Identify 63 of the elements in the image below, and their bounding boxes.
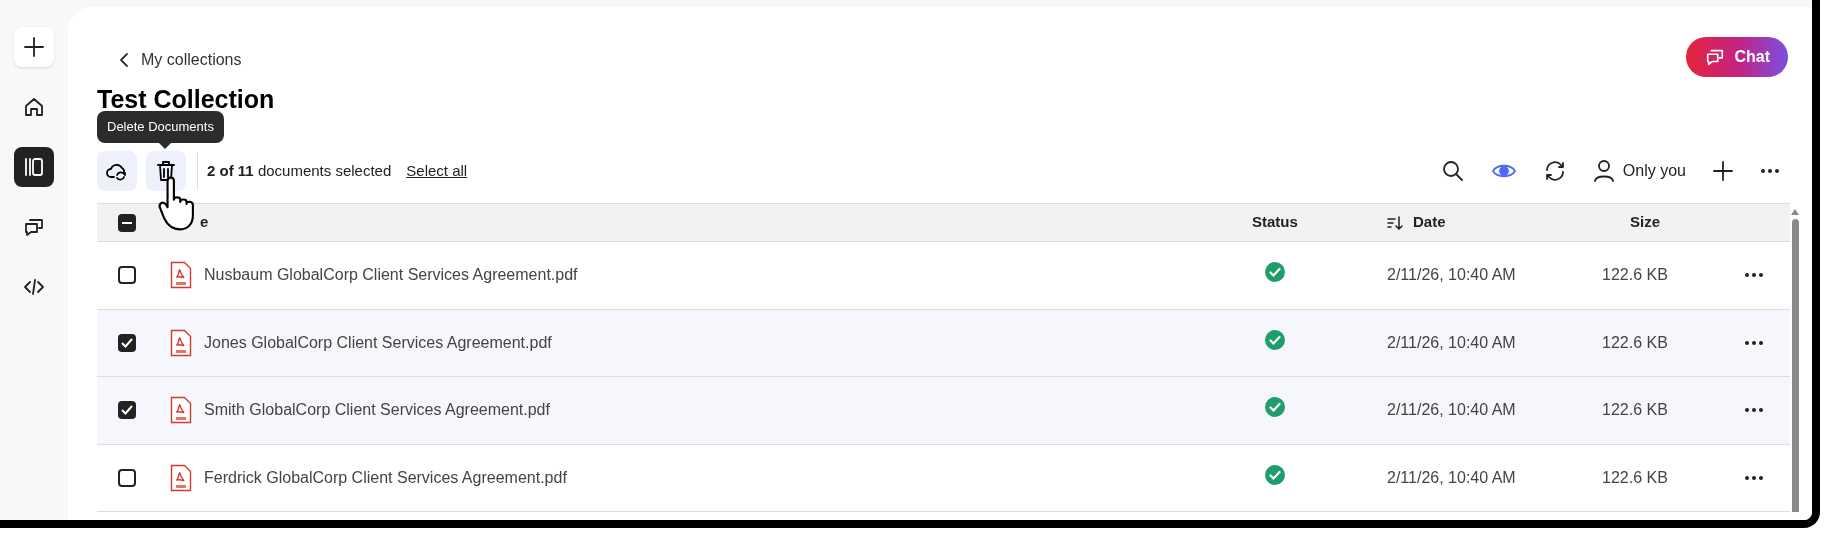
selection-summary: 2 of 11 documents selected [207,160,392,181]
sync-cloud-button[interactable] [97,151,137,191]
library-icon [23,156,45,178]
toolbar-button[interactable] [1440,159,1465,183]
person-icon [1592,159,1615,183]
toolbar-button[interactable] [1760,168,1780,174]
row-more-button[interactable] [1744,339,1764,346]
pdf-file-icon [170,396,192,425]
table-row[interactable]: Smith GlobalCorp Client Services Agreement.pdf 2/11/26, 10:40 AM 122.6 KB [97,377,1790,445]
file-name[interactable]: Nusbaum GlobalCorp Client Services Agreement.pdf [204,263,1195,288]
pdf-file-icon [170,463,192,492]
toolbar-button[interactable] [1712,160,1734,182]
row-more-button[interactable] [1744,407,1764,414]
pdf-file-icon [170,261,192,290]
more-icon [1760,168,1780,174]
code-icon [23,276,45,298]
scroll-up-icon [1791,209,1799,215]
plus-icon [1712,160,1734,182]
column-header: Size [1630,212,1660,233]
more-icon [1744,272,1764,279]
row-checkbox[interactable] [118,333,136,352]
size-cell-text: 122.6 KB [1602,467,1669,488]
select-all-link[interactable]: Select all [406,159,468,183]
select-all-checkbox[interactable] [118,213,136,232]
date-cell-text: 2/11/26, 10:40 AM [1387,265,1517,286]
date-cell-text: 2/11/26, 10:40 AM [1387,332,1517,353]
sidebar-item[interactable] [14,27,54,67]
column-header: Status [1252,212,1299,233]
trash-icon [156,160,176,182]
file-name[interactable]: Jones GlobalCorp Client Services Agreement.pdf [204,330,1195,355]
row-checkbox[interactable] [118,401,136,420]
home-icon [23,96,45,118]
row-more-button[interactable] [1744,272,1764,279]
column-header: e [200,212,210,233]
row-checkbox[interactable] [118,266,136,285]
pdf-file-icon [170,328,192,357]
delete-button[interactable] [146,151,186,191]
file-name[interactable]: Ferdrick GlobalCorp Client Services Agreement.pdf [204,465,1195,490]
search-icon [1440,159,1465,183]
more-icon [1744,474,1764,481]
chat-icon [23,216,45,238]
row-checkbox[interactable] [118,468,136,487]
row-more-button[interactable] [1744,474,1764,481]
size-cell-text: 122.6 KB [1602,332,1669,353]
column-header[interactable]: Date [1387,211,1630,234]
checkmark-icon [121,405,133,416]
chat-button[interactable]: Chat [1686,37,1788,77]
checkmark-icon [121,337,133,348]
plus-icon [23,36,45,58]
share-button[interactable]: Only you [1592,159,1686,183]
date-cell-text: 2/11/26, 10:40 AM [1387,467,1517,488]
tooltip: Delete Documents [97,111,224,149]
more-icon [1744,339,1764,346]
sort-icon [1387,215,1403,230]
hand-cursor-icon [157,176,195,232]
date-cell-text: 2/11/26, 10:40 AM [1387,400,1517,421]
sidebar-item[interactable] [14,147,54,187]
more-icon [1744,407,1764,414]
back-link[interactable]: My collections [119,48,242,72]
file-name[interactable]: Smith GlobalCorp Client Services Agreement.pdf [204,398,1195,423]
table-row[interactable]: Jones GlobalCorp Client Services Agreement.pdf 2/11/26, 10:40 AM 122.6 KB [97,309,1790,377]
size-cell-text: 122.6 KB [1602,400,1669,421]
size-cell-text: 122.6 KB [1602,265,1669,286]
